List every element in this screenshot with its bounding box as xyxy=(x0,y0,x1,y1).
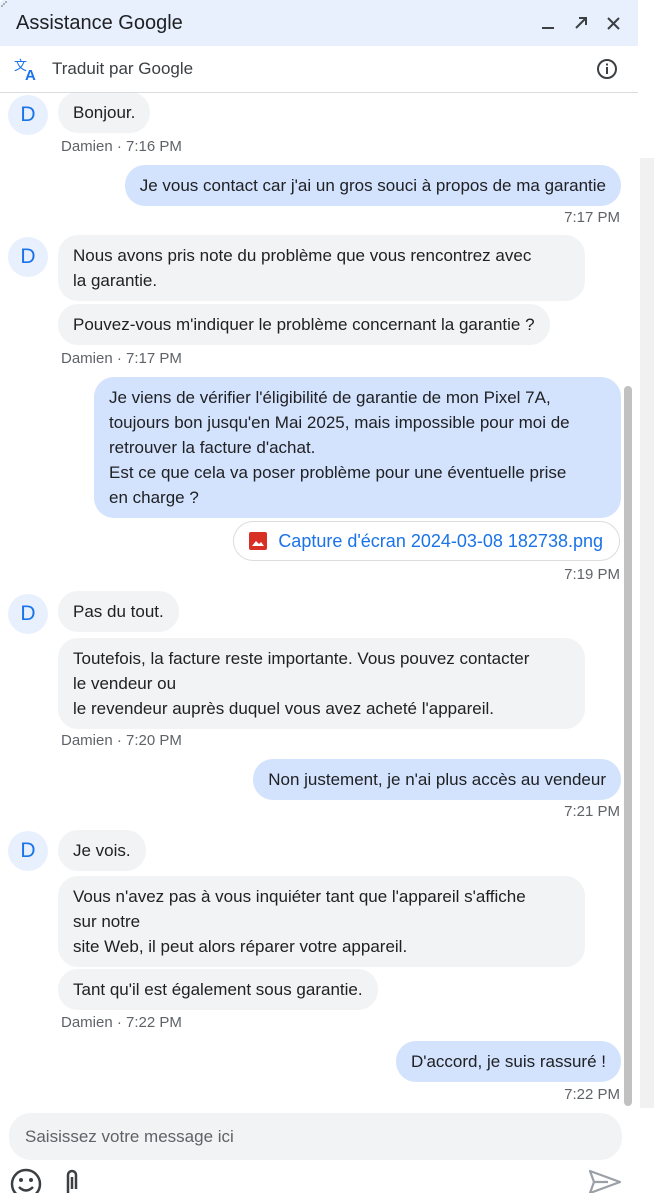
message-line: Toutefois, la facture reste importante. … xyxy=(73,649,530,668)
message-line: Je viens de vérifier l'éligibilité de ga… xyxy=(109,388,551,407)
minimize-icon[interactable] xyxy=(531,0,564,46)
message-text: Non justement, je n'ai plus accès au ven… xyxy=(268,770,606,789)
message-line: le revendeur auprès duquel vous avez ach… xyxy=(73,699,494,718)
incoming-message: Toutefois, la facture reste importante. … xyxy=(58,638,585,729)
incoming-message: Pas du tout. xyxy=(58,591,179,632)
outgoing-message: Je viens de vérifier l'éligibilité de ga… xyxy=(94,377,621,518)
message-input[interactable] xyxy=(25,1126,585,1147)
message-line: site Web, il peut alors réparer votre ap… xyxy=(73,937,408,956)
avatar: D xyxy=(8,594,48,634)
message-line: Vous n'avez pas à vous inquiéter tant qu… xyxy=(73,887,526,906)
incoming-message: Tant qu'il est également sous garantie. xyxy=(58,969,378,1010)
translation-bar: 文 A Traduit par Google xyxy=(0,46,638,93)
message-line: Nous avons pris note du problème que vou… xyxy=(73,246,532,265)
message-line: en charge ? xyxy=(109,488,199,507)
open-in-new-icon[interactable] xyxy=(564,0,597,46)
message-composer xyxy=(9,1113,622,1160)
message-text: Je vois. xyxy=(73,841,131,860)
incoming-message: Vous n'avez pas à vous inquiéter tant qu… xyxy=(58,876,585,967)
avatar: D xyxy=(8,95,48,135)
message-text: Pas du tout. xyxy=(73,602,164,621)
message-meta: 7:22 PM xyxy=(564,1086,620,1103)
paperclip-icon[interactable] xyxy=(60,1167,84,1193)
resize-grip-icon[interactable] xyxy=(0,0,8,8)
attachment-chip[interactable]: Capture d'écran 2024-03-08 182738.png xyxy=(233,521,620,561)
scrollbar-track[interactable] xyxy=(640,158,654,1108)
translate-icon: 文 A xyxy=(14,59,36,81)
message-text: D'accord, je suis rassuré ! xyxy=(410,1052,606,1071)
message-text: Je vous contact car j'ai un gros souci à… xyxy=(139,176,606,195)
outgoing-message: Non justement, je n'ai plus accès au ven… xyxy=(253,759,621,800)
info-icon[interactable] xyxy=(596,58,618,80)
window-header: Assistance Google xyxy=(0,0,638,46)
incoming-message: Pouvez-vous m'indiquer le problème conce… xyxy=(58,304,550,345)
message-meta: Damien · 7:17 PM xyxy=(61,350,182,367)
message-meta: Damien · 7:22 PM xyxy=(61,1014,182,1031)
message-meta: 7:21 PM xyxy=(564,803,620,820)
send-icon[interactable] xyxy=(588,1167,622,1193)
message-line: retrouver la facture d'achat. xyxy=(109,438,316,457)
message-meta: Damien · 7:20 PM xyxy=(61,732,182,749)
outgoing-message: Je vous contact car j'ai un gros souci à… xyxy=(124,165,621,206)
message-line: la garantie. xyxy=(73,271,158,290)
svg-text:A: A xyxy=(25,67,36,81)
translation-label: Traduit par Google xyxy=(52,59,194,78)
avatar: D xyxy=(8,237,48,277)
message-line: sur notre xyxy=(73,912,141,931)
close-icon[interactable] xyxy=(597,0,630,46)
attachment-name[interactable]: Capture d'écran 2024-03-08 182738.png xyxy=(278,531,603,552)
incoming-message: Je vois. xyxy=(58,830,146,871)
message-list[interactable]: D Bonjour. Damien · 7:16 PM Je vous cont… xyxy=(0,93,638,1108)
incoming-message: Bonjour. xyxy=(58,93,151,133)
message-line: toujours bon jusqu'en Mai 2025, mais imp… xyxy=(109,413,570,432)
scrollbar-thumb[interactable] xyxy=(624,386,632,1106)
message-line: Est ce que cela va poser problème pour u… xyxy=(109,463,567,482)
window-title: Assistance Google xyxy=(16,11,183,34)
emoji-icon[interactable] xyxy=(9,1167,43,1193)
message-meta: Damien · 7:16 PM xyxy=(61,138,182,155)
message-meta: 7:17 PM xyxy=(564,209,620,226)
outgoing-message: D'accord, je suis rassuré ! xyxy=(395,1041,621,1082)
message-text: Tant qu'il est également sous garantie. xyxy=(73,980,363,999)
avatar: D xyxy=(8,831,48,871)
message-text: Bonjour. xyxy=(73,103,136,122)
image-file-icon xyxy=(249,532,268,550)
incoming-message: Nous avons pris note du problème que vou… xyxy=(58,235,585,301)
message-text: Pouvez-vous m'indiquer le problème conce… xyxy=(73,315,535,334)
message-line: le vendeur ou xyxy=(73,674,177,693)
message-meta: 7:19 PM xyxy=(564,566,620,583)
